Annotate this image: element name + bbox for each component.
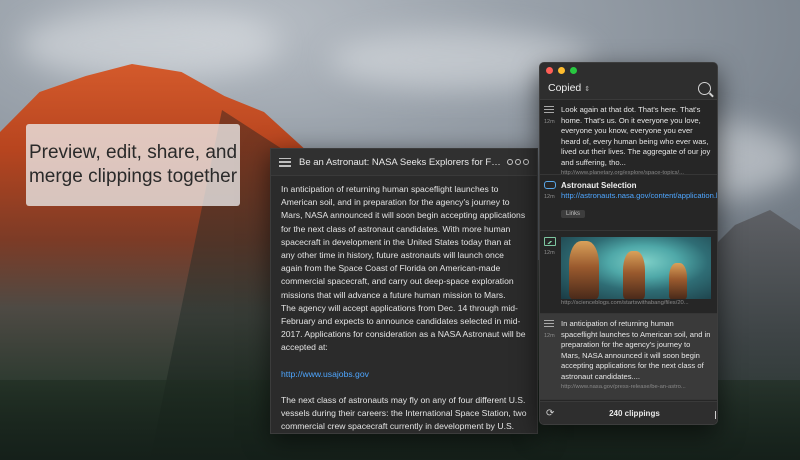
clippings-count: 240 clippings [609,409,660,418]
clip-source: http://www.nasa.gov/press-release/be-an-… [561,383,686,390]
text-type-icon [279,157,291,167]
close-button[interactable] [546,66,553,74]
sliders-icon[interactable] [714,409,718,419]
list-item[interactable]: 12m http://scienceblogs.com/startswithab… [540,231,717,314]
clip-link[interactable]: http://astronauts.nasa.gov/content/appli… [561,191,717,202]
search-icon[interactable] [698,81,711,95]
clip-age: 12m [544,250,555,256]
refresh-icon[interactable]: ⟳ [546,408,554,419]
caption-text: Preview, edit, share, and merge clipping… [28,142,238,187]
clip-tag[interactable]: Links [561,209,586,218]
clipboard-window: Copied ⇕ 12m Look again at that dot. That… [539,62,718,425]
clip-age: 12m [544,194,555,200]
preview-header: Be an Astronaut: NASA Seeks Explorers fo… [271,149,537,176]
list-item[interactable]: 12m Astronaut Selection http://astronaut… [540,175,717,231]
clipping-preview-panel: Be an Astronaut: NASA Seeks Explorers fo… [270,148,538,434]
clip-text: Look again at that dot. That's here. Tha… [561,105,711,167]
filter-dropdown[interactable]: Copied ⇕ [548,82,698,94]
toolbar: Copied ⇕ [540,77,717,100]
minimize-button[interactable] [558,66,565,74]
preview-paragraph: The agency will accept applications from… [281,302,526,353]
clip-age: 12m [544,333,555,339]
preview-paragraph: In anticipation of returning human space… [281,184,526,300]
zoom-button[interactable] [570,66,577,74]
preview-content[interactable]: In anticipation of returning human space… [271,176,537,433]
text-type-icon [544,320,556,330]
bottom-bar: ⟳ 240 clippings [540,401,718,424]
preview-paragraph: The next class of astronauts may fly on … [281,394,527,432]
nebula-pillar [569,241,599,299]
link-type-icon [544,181,556,191]
nebula-pillar [623,251,645,299]
list-item[interactable]: 12m Look again at that dot. That's here.… [540,100,717,176]
title-bar [540,63,717,77]
clip-text: In anticipation of returning human space… [561,319,711,381]
more-options-icon[interactable] [507,159,529,165]
up-down-caret-icon: ⇕ [584,86,591,93]
list-item[interactable]: 12m In anticipation of returning human s… [540,314,717,400]
text-type-icon [544,106,556,116]
preview-title: Be an Astronaut: NASA Seeks Explorers fo… [299,156,501,168]
clippings-list[interactable]: 12m Look again at that dot. That's here.… [540,100,717,400]
clip-source: http://scienceblogs.com/startswithabang/… [561,300,689,306]
clip-image-thumbnail [561,237,711,299]
filter-label: Copied [548,82,582,94]
clip-age: 12m [544,119,555,125]
feature-caption: Preview, edit, share, and merge clipping… [26,124,240,206]
nebula-pillar [669,263,687,299]
preview-link[interactable]: http://www.usajobs.gov [281,369,369,379]
image-type-icon [544,237,556,247]
clip-title: Astronaut Selection [561,181,637,190]
